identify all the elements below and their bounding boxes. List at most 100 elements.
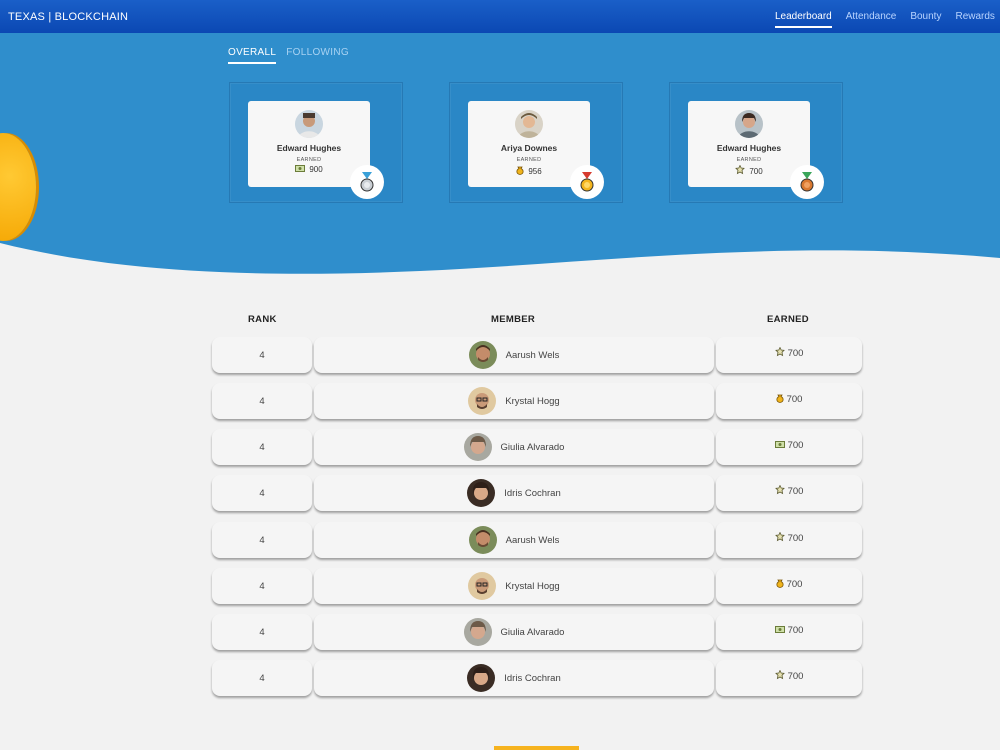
member-cell: Idris Cochran xyxy=(314,660,714,696)
table-row[interactable]: 4 Aarush Wels 700 xyxy=(212,522,862,558)
badge-icon xyxy=(774,484,785,498)
table-row[interactable]: 4 Idris Cochran 700 xyxy=(212,660,862,696)
badge-icon xyxy=(774,669,785,683)
podium-slot-left: Edward Hughes EARNED 900 xyxy=(229,82,403,203)
earned-value: 700 xyxy=(787,348,804,359)
member-cell: Aarush Wels xyxy=(314,522,714,558)
nav-bounty[interactable]: Bounty xyxy=(910,11,941,22)
earned-value: 700 xyxy=(786,579,803,590)
earned-cell: 700 xyxy=(716,660,862,696)
silver-medal-icon xyxy=(350,165,384,199)
earned-value: 700 xyxy=(786,394,803,405)
score-value: 700 xyxy=(749,166,763,176)
gold-medal-icon xyxy=(570,165,604,199)
earned-cell: 700 xyxy=(716,429,862,465)
member-cell: Krystal Hogg xyxy=(314,383,714,419)
earned-value: 700 xyxy=(787,625,804,636)
member-cell: Idris Cochran xyxy=(314,475,714,511)
earned-cell: 700 xyxy=(716,383,862,419)
rank-cell: 4 xyxy=(212,522,312,558)
rank-cell: 4 xyxy=(212,429,312,465)
cash-icon xyxy=(774,440,785,451)
nav-links: Leaderboard Attendance Bounty Rewards xyxy=(775,11,1000,28)
avatar xyxy=(515,110,543,138)
coin-bag-icon xyxy=(776,578,784,591)
podium-name: Edward Hughes xyxy=(276,143,342,153)
table-row[interactable]: 4 Aarush Wels 700 xyxy=(212,337,862,373)
tab-overall[interactable]: OVERALL xyxy=(228,47,277,64)
member-name[interactable]: Idris Cochran xyxy=(504,673,561,684)
podium-name: Edward Hughes xyxy=(716,143,782,153)
load-more-bar[interactable] xyxy=(494,746,579,750)
cash-icon xyxy=(295,165,306,174)
member-name[interactable]: Krystal Hogg xyxy=(505,581,559,592)
earned-value: 700 xyxy=(787,533,804,544)
score-value: 956 xyxy=(528,166,542,176)
rank-cell: 4 xyxy=(212,475,312,511)
rank-cell: 4 xyxy=(212,614,312,650)
member-name[interactable]: Aarush Wels xyxy=(506,535,560,546)
avatar xyxy=(467,664,496,692)
member-cell: Giulia Alvarado xyxy=(314,614,714,650)
member-name[interactable]: Krystal Hogg xyxy=(505,396,559,407)
avatar xyxy=(468,526,497,554)
table-row[interactable]: 4 Giulia Alvarado 700 xyxy=(212,429,862,465)
table-row[interactable]: 4 Idris Cochran 700 xyxy=(212,475,862,511)
earned-label: EARNED xyxy=(516,157,542,163)
earned-cell: 700 xyxy=(716,568,862,604)
member-name[interactable]: Giulia Alvarado xyxy=(501,442,565,453)
leaderboard-tabs: OVERALL FOLLOWING xyxy=(228,47,359,64)
earned-value: 700 xyxy=(787,486,804,497)
earned-label: EARNED xyxy=(296,157,322,163)
rank-cell: 4 xyxy=(212,383,312,419)
podium-slot-center: Ariya Downes EARNED 956 xyxy=(449,82,623,203)
avatar xyxy=(468,572,497,600)
avatar xyxy=(463,433,492,461)
cash-icon xyxy=(774,625,785,636)
rank-cell: 4 xyxy=(212,568,312,604)
rank-cell: 4 xyxy=(212,660,312,696)
header-rank: RANK xyxy=(248,314,277,325)
tab-following[interactable]: FOLLOWING xyxy=(286,47,349,64)
earned-value: 700 xyxy=(787,671,804,682)
avatar xyxy=(295,110,323,138)
nav-rewards[interactable]: Rewards xyxy=(955,11,994,22)
member-name[interactable]: Idris Cochran xyxy=(504,488,561,499)
member-cell: Aarush Wels xyxy=(314,337,714,373)
header-earned: EARNED xyxy=(767,314,809,325)
table-row[interactable]: 4 Krystal Hogg 700 xyxy=(212,568,862,604)
header-member: MEMBER xyxy=(491,314,536,325)
earned-cell: 700 xyxy=(716,337,862,373)
rank-cell: 4 xyxy=(212,337,312,373)
coin-bag-icon xyxy=(776,393,784,406)
avatar xyxy=(468,387,497,415)
badge-icon xyxy=(774,531,785,545)
member-cell: Krystal Hogg xyxy=(314,568,714,604)
wave-divider xyxy=(0,243,1000,283)
nav-leaderboard[interactable]: Leaderboard xyxy=(775,11,832,28)
avatar xyxy=(468,341,497,369)
earned-label: EARNED xyxy=(736,157,762,163)
avatar xyxy=(735,110,763,138)
top-navbar: TEXAS | BLOCKCHAIN Leaderboard Attendanc… xyxy=(0,0,1000,33)
bronze-medal-icon xyxy=(790,165,824,199)
podium-name: Ariya Downes xyxy=(500,143,558,153)
earned-cell: 700 xyxy=(716,614,862,650)
gold-coin-decoration xyxy=(0,133,36,241)
earned-value: 700 xyxy=(787,440,804,451)
table-row[interactable]: 4 Giulia Alvarado 700 xyxy=(212,614,862,650)
table-row[interactable]: 4 Krystal Hogg 700 xyxy=(212,383,862,419)
badge-icon xyxy=(774,346,785,360)
avatar xyxy=(467,479,496,507)
coin-bag-icon xyxy=(516,165,524,177)
score-value: 900 xyxy=(309,165,323,174)
member-name[interactable]: Giulia Alvarado xyxy=(501,627,565,638)
member-cell: Giulia Alvarado xyxy=(314,429,714,465)
brand-title[interactable]: TEXAS | BLOCKCHAIN xyxy=(8,11,128,23)
avatar xyxy=(463,618,492,646)
earned-cell: 700 xyxy=(716,475,862,511)
earned-cell: 700 xyxy=(716,522,862,558)
podium-slot-right: Edward Hughes EARNED 700 xyxy=(669,82,843,203)
member-name[interactable]: Aarush Wels xyxy=(506,350,560,361)
nav-attendance[interactable]: Attendance xyxy=(846,11,897,22)
